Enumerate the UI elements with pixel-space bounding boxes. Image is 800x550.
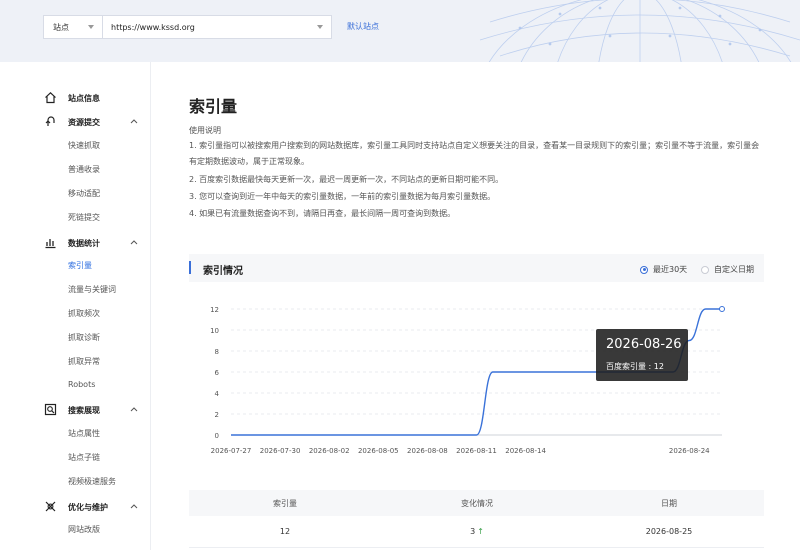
top-bar: 站点 https://www.kssd.org 默认站点 [0, 0, 800, 62]
y-tick-label: 4 [215, 390, 220, 398]
sidebar-item-index-volume[interactable]: 索引量 [68, 260, 92, 271]
sidebar-group-label: 站点信息 [68, 93, 100, 103]
column-header-change: 变化情况 [461, 498, 493, 508]
y-tick-label: 12 [210, 306, 219, 314]
table-header: 索引量 变化情况 日期 [189, 490, 764, 516]
y-tick-label: 10 [210, 327, 219, 335]
sidebar: 站点信息 资源提交 快速抓取 普通收录 移动适配 死链提交 数据统计 索引量 流… [0, 62, 151, 550]
chevron-up-icon [130, 407, 138, 412]
sidebar-group-resource-submit[interactable]: 资源提交 [0, 112, 151, 132]
change-value: 3 [470, 527, 476, 536]
default-site-link[interactable]: 默认站点 [347, 21, 379, 32]
sidebar-group-site-info[interactable]: 站点信息 [0, 88, 151, 108]
x-tick-label: 2026-07-27 [211, 447, 252, 455]
chart-tooltip: 2026-08-26 百度索引量 : 12 [596, 329, 688, 381]
sidebar-item-dead-link[interactable]: 死链提交 [68, 212, 100, 223]
sidebar-item-mobile-adapt[interactable]: 移动适配 [68, 188, 100, 199]
optimize-icon [45, 501, 56, 512]
column-header-index: 索引量 [273, 498, 297, 508]
table-row: 12 3 ↑ 2026-08-25 [189, 516, 764, 548]
column-header-date: 日期 [661, 498, 677, 508]
x-tick-label: 2026-08-02 [309, 447, 350, 455]
sidebar-group-optimize[interactable]: 优化与维护 [0, 497, 151, 517]
index-volume-chart[interactable]: 0 2 4 6 8 10 12 2026-07-27 2026-07-30 2026-08-02 2… [151, 62, 800, 482]
cell-index: 12 [279, 527, 291, 536]
search-display-icon [44, 403, 57, 416]
arrow-up-icon: ↑ [477, 527, 484, 536]
home-icon [45, 91, 56, 104]
y-tick-label: 0 [215, 432, 219, 440]
sidebar-item-video-service[interactable]: 视频极速服务 [68, 476, 116, 487]
x-tick-label: 2026-08-11 [456, 447, 497, 455]
sidebar-item-site-attributes[interactable]: 站点属性 [68, 428, 100, 439]
sidebar-item-crawl-frequency[interactable]: 抓取频次 [68, 308, 100, 319]
y-tick-label: 8 [215, 348, 219, 356]
y-tick-label: 2 [215, 411, 219, 419]
sidebar-item-crawl-diagnosis[interactable]: 抓取诊断 [68, 332, 100, 343]
main-content: 索引量 使用说明 1. 索引量指可以被搜索用户搜索到的网站数据库，索引量工具同时… [151, 62, 800, 550]
y-tick-label: 6 [215, 369, 220, 377]
sidebar-item-crawl-errors[interactable]: 抓取异常 [68, 356, 100, 367]
chevron-up-icon [130, 119, 138, 124]
sidebar-item-sitelinks[interactable]: 站点子链 [68, 452, 100, 463]
sidebar-item-normal-index[interactable]: 普通收录 [68, 164, 100, 175]
x-tick-label: 2026-08-14 [505, 447, 546, 455]
x-tick-label: 2026-08-24 [669, 447, 710, 455]
sidebar-group-label: 资源提交 [68, 117, 100, 127]
sidebar-item-fast-crawl[interactable]: 快速抓取 [68, 140, 100, 151]
x-tick-label: 2026-07-30 [260, 447, 301, 455]
data-point [719, 306, 725, 312]
sidebar-item-robots[interactable]: Robots [68, 380, 95, 389]
upload-icon [45, 116, 55, 126]
site-url-select[interactable]: https://www.kssd.org [102, 15, 332, 39]
tooltip-value: 百度索引量 : 12 [606, 362, 664, 371]
chevron-up-icon [130, 504, 138, 509]
site-type-label: 站点 [53, 22, 69, 32]
sidebar-item-traffic-keywords[interactable]: 流量与关键词 [68, 284, 116, 295]
sidebar-group-label: 优化与维护 [68, 502, 108, 512]
site-url-value: https://www.kssd.org [111, 22, 195, 32]
cell-date: 2026-08-25 [645, 527, 693, 536]
tooltip-date: 2026-08-26 [606, 337, 682, 352]
chevron-down-icon [88, 25, 94, 29]
chevron-down-icon [317, 25, 323, 29]
site-type-select[interactable]: 站点 [43, 15, 102, 39]
x-tick-label: 2026-08-08 [407, 447, 448, 455]
sidebar-group-label: 搜索展现 [68, 405, 100, 415]
sidebar-group-label: 数据统计 [68, 238, 100, 248]
x-tick-label: 2026-08-05 [358, 447, 399, 455]
chevron-up-icon [130, 240, 138, 245]
sidebar-group-search-display[interactable]: 搜索展现 [0, 400, 151, 420]
bar-chart-icon [45, 239, 56, 249]
cell-change: 3 ↑ [381, 516, 573, 547]
sidebar-item-site-revision[interactable]: 网站改版 [68, 524, 100, 535]
sidebar-group-data-stats[interactable]: 数据统计 [0, 233, 151, 253]
